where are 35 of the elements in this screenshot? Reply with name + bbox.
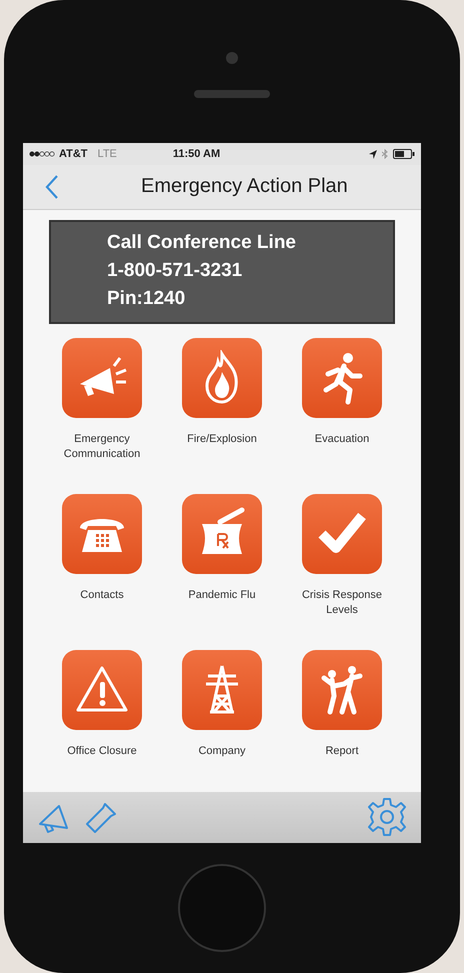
conference-text: Pin:1240 xyxy=(107,288,186,310)
flashlight-icon xyxy=(85,800,119,834)
tile-label: Pandemic Flu xyxy=(188,588,256,603)
tile-label: Report xyxy=(325,744,359,759)
settings-icon xyxy=(367,797,407,838)
tile-label: Office Closure xyxy=(67,744,137,759)
conference-text: 1-800-571-3231 xyxy=(107,260,244,282)
bluetooth-icon xyxy=(382,149,388,159)
flashlight-button[interactable] xyxy=(85,800,119,834)
tile-label: Emergency Communication xyxy=(62,432,142,462)
app-tile-button[interactable] xyxy=(302,494,382,574)
network-text: LTE xyxy=(98,148,117,160)
settings-button[interactable] xyxy=(367,797,407,838)
app-tile-button[interactable] xyxy=(302,338,382,418)
battery-icon xyxy=(393,149,415,159)
clock-text: 11:50 AM xyxy=(172,148,220,160)
app-tile-button[interactable] xyxy=(62,338,142,418)
carrier-text: AT&T xyxy=(59,148,88,160)
tile-label: Contacts xyxy=(80,588,124,603)
tile-label: Evacuation xyxy=(314,432,370,447)
app-tile-button[interactable] xyxy=(182,650,262,730)
back-chevron-icon xyxy=(45,174,59,200)
location-arrow-icon xyxy=(369,150,377,158)
app-tile-button[interactable] xyxy=(302,650,382,730)
screen-title: Emergency Action Plan xyxy=(141,175,348,198)
tile-label: Company xyxy=(198,744,246,759)
signal-icon xyxy=(29,151,55,157)
app-tile-button[interactable] xyxy=(182,494,262,574)
app-tile-button[interactable] xyxy=(182,338,262,418)
camera-icon xyxy=(226,52,238,64)
app-tile-button[interactable] xyxy=(62,494,142,574)
tile-label: Fire/Explosion xyxy=(187,432,257,447)
tile-label: Crisis Response Levels xyxy=(300,588,384,618)
conference-text: Call Conference Line xyxy=(107,232,297,254)
app-tile-button[interactable] xyxy=(62,650,142,730)
